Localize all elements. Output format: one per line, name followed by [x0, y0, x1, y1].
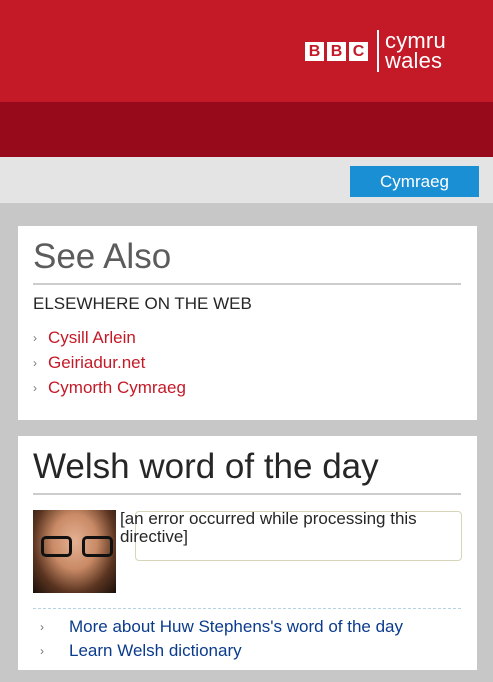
word-of-the-day-panel: Welsh word of the day [an error occurred…: [18, 436, 477, 670]
word-of-day-links: › More about Huw Stephens's word of the …: [40, 615, 403, 663]
glasses-shape: [41, 536, 113, 557]
see-also-title: See Also: [33, 236, 461, 285]
list-item: › Cymorth Cymraeg: [33, 375, 186, 400]
link-geiriadur[interactable]: Geiriadur.net: [48, 353, 145, 373]
bbc-block-b2: B: [327, 41, 346, 61]
directive-error-message: [an error occurred while processing this…: [120, 509, 417, 546]
link-more-about-word-of-day[interactable]: More about Huw Stephens's word of the da…: [69, 617, 403, 637]
bbc-cymru-wales-logo[interactable]: B B C cymru wales: [305, 30, 446, 72]
cymraeg-language-button[interactable]: Cymraeg: [350, 166, 479, 197]
divider: [33, 608, 461, 609]
word-of-the-day-title: Welsh word of the day: [33, 446, 461, 495]
list-item: › Geiriadur.net: [33, 350, 186, 375]
bbc-blocks: B B C: [305, 41, 368, 61]
chevron-right-icon: ›: [33, 330, 37, 345]
chevron-right-icon: ›: [33, 380, 37, 395]
logo-divider: [377, 30, 379, 72]
link-cymorth-cymraeg[interactable]: Cymorth Cymraeg: [48, 378, 186, 398]
presenter-avatar: [33, 510, 116, 593]
logo-wordmark: cymru wales: [385, 30, 446, 73]
chevron-right-icon: ›: [40, 644, 44, 658]
masthead-band: [0, 102, 493, 157]
see-also-links: › Cysill Arlein › Geiriadur.net › Cymort…: [33, 325, 186, 400]
elsewhere-subheading: ELSEWHERE ON THE WEB: [33, 294, 252, 313]
link-learn-welsh-dictionary[interactable]: Learn Welsh dictionary: [69, 641, 242, 661]
bbc-block-b1: B: [305, 41, 324, 61]
list-item: › Cysill Arlein: [33, 325, 186, 350]
list-item: › More about Huw Stephens's word of the …: [40, 615, 403, 639]
chevron-right-icon: ›: [40, 620, 44, 634]
link-cysill-arlein[interactable]: Cysill Arlein: [48, 328, 136, 348]
logo-line-wales: wales: [385, 48, 443, 73]
bbc-block-c: C: [349, 41, 368, 61]
see-also-panel: See Also ELSEWHERE ON THE WEB › Cysill A…: [18, 226, 477, 420]
chevron-right-icon: ›: [33, 355, 37, 370]
list-item: › Learn Welsh dictionary: [40, 639, 403, 663]
